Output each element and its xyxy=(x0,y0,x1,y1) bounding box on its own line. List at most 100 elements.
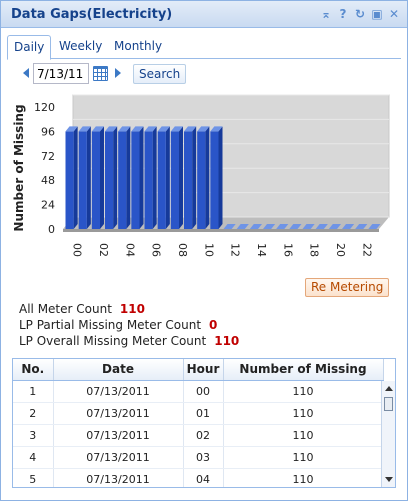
cell-hour: 03 xyxy=(183,446,224,469)
collapse-icon[interactable]: ⌅ xyxy=(319,7,333,21)
table-row[interactable]: 5 07/13/2011 04 110 xyxy=(13,468,384,487)
x-tick-label: 04 xyxy=(123,243,136,257)
missing-chart: 0 24 48 72 96 120 Number of Missing 00 02 04 06 08 1… xyxy=(7,93,401,281)
table-row[interactable]: 3 07/13/2011 02 110 xyxy=(13,424,384,447)
cell-no: 1 xyxy=(13,380,54,403)
bar xyxy=(65,131,74,229)
previous-day-icon[interactable] xyxy=(23,68,29,78)
y-tick-label: 120 xyxy=(34,101,55,114)
date-input[interactable] xyxy=(33,63,89,84)
x-tick-label: 14 xyxy=(255,243,268,257)
stat-label: LP Overall Missing Meter Count xyxy=(19,334,207,348)
cell-date: 07/13/2011 xyxy=(53,380,184,403)
bar xyxy=(197,131,206,229)
bar xyxy=(157,131,166,229)
table-row[interactable]: 4 07/13/2011 03 110 xyxy=(13,446,384,469)
cell-no: 5 xyxy=(13,468,54,487)
bar-side xyxy=(139,126,144,229)
cell-missing: 110 xyxy=(223,424,384,447)
bar xyxy=(78,131,87,229)
x-tick-label: 22 xyxy=(360,243,373,257)
data-gaps-panel: Data Gaps(Electricity) ⌅ ? ↻ ▣ ✕ Daily W… xyxy=(0,0,408,501)
cell-hour: 01 xyxy=(183,402,224,425)
grid-scrollbar[interactable] xyxy=(381,381,395,487)
stat-value: 0 xyxy=(209,318,218,332)
bar-side xyxy=(152,126,157,229)
meter-stats: All Meter Count 110 LP Partial Missing Me… xyxy=(19,301,239,349)
bar-side xyxy=(113,126,118,229)
bar-side xyxy=(73,126,78,229)
cell-date: 07/13/2011 xyxy=(53,468,184,487)
bar-side xyxy=(86,126,91,229)
x-tick-label: 02 xyxy=(97,243,110,257)
stat-value: 110 xyxy=(214,334,240,348)
bar xyxy=(118,131,127,229)
panel-titlebar: Data Gaps(Electricity) ⌅ ? ↻ ▣ ✕ xyxy=(1,1,407,28)
cell-no: 2 xyxy=(13,402,54,425)
cell-missing: 110 xyxy=(223,402,384,425)
bar xyxy=(91,131,100,229)
bar xyxy=(144,131,153,229)
column-header-date[interactable]: Date xyxy=(53,359,184,381)
stat-label: All Meter Count xyxy=(19,302,112,316)
tab-weekly[interactable]: Weekly xyxy=(53,35,108,59)
y-tick-label: 48 xyxy=(41,174,55,187)
bar-side xyxy=(126,126,131,229)
search-button[interactable]: Search xyxy=(133,64,187,84)
period-tabs: Daily Weekly Monthly xyxy=(7,35,401,60)
cell-hour: 04 xyxy=(183,468,224,487)
tab-daily[interactable]: Daily xyxy=(7,35,52,60)
stat-label: LP Partial Missing Meter Count xyxy=(19,318,202,332)
x-tick-label: 06 xyxy=(150,243,163,257)
panel-title: Data Gaps(Electricity) xyxy=(11,7,173,22)
close-icon[interactable]: ✕ xyxy=(387,7,401,21)
x-tick-label: 00 xyxy=(71,243,84,257)
scroll-down-icon[interactable] xyxy=(385,477,393,482)
bar-side xyxy=(205,126,210,229)
scroll-thumb[interactable] xyxy=(384,397,393,411)
bar xyxy=(184,131,193,229)
maximize-icon[interactable]: ▣ xyxy=(370,7,384,21)
missing-data-grid: No. Date Hour Number of Missing 1 07/13/… xyxy=(12,358,396,488)
x-tick-label: 20 xyxy=(334,243,347,257)
chart-floor-edge xyxy=(63,229,379,232)
stat-overall-missing-count: LP Overall Missing Meter Count 110 xyxy=(19,333,239,349)
cell-hour: 00 xyxy=(183,380,224,403)
re-metering-button[interactable]: Re Metering xyxy=(305,278,390,297)
y-tick-label: 0 xyxy=(48,223,55,236)
stat-partial-missing-count: LP Partial Missing Meter Count 0 xyxy=(19,317,239,333)
next-day-icon[interactable] xyxy=(115,68,121,78)
bar-side xyxy=(192,126,197,229)
bar-side xyxy=(99,126,104,229)
missing-data-table: No. Date Hour Number of Missing 1 07/13/… xyxy=(13,359,384,487)
calendar-icon[interactable] xyxy=(93,66,108,81)
cell-no: 3 xyxy=(13,424,54,447)
help-icon[interactable]: ? xyxy=(336,7,350,21)
bar xyxy=(131,131,140,229)
table-row[interactable]: 2 07/13/2011 01 110 xyxy=(13,402,384,425)
x-tick-label: 16 xyxy=(281,243,294,257)
x-tick-label: 08 xyxy=(176,243,189,257)
y-tick-label: 24 xyxy=(41,199,55,212)
scroll-up-icon[interactable] xyxy=(385,386,393,391)
column-header-no[interactable]: No. xyxy=(13,359,54,381)
cell-date: 07/13/2011 xyxy=(53,424,184,447)
bar xyxy=(170,131,179,229)
cell-no: 4 xyxy=(13,446,54,469)
y-tick-label: 96 xyxy=(41,125,55,138)
cell-missing: 110 xyxy=(223,380,384,403)
refresh-icon[interactable]: ↻ xyxy=(353,7,367,21)
bar-side xyxy=(218,126,223,229)
y-tick-label: 72 xyxy=(41,150,55,163)
x-tick-label: 10 xyxy=(202,243,215,257)
x-tick-label: 12 xyxy=(229,243,242,257)
cell-date: 07/13/2011 xyxy=(53,446,184,469)
table-row[interactable]: 1 07/13/2011 00 110 xyxy=(13,380,384,403)
cell-missing: 110 xyxy=(223,468,384,487)
bar xyxy=(210,131,219,229)
tab-monthly[interactable]: Monthly xyxy=(108,35,168,59)
column-header-number-of-missing[interactable]: Number of Missing xyxy=(223,359,384,381)
stat-value: 110 xyxy=(119,302,145,316)
panel-tools: ⌅ ? ↻ ▣ ✕ xyxy=(319,7,401,21)
column-header-hour[interactable]: Hour xyxy=(183,359,224,381)
